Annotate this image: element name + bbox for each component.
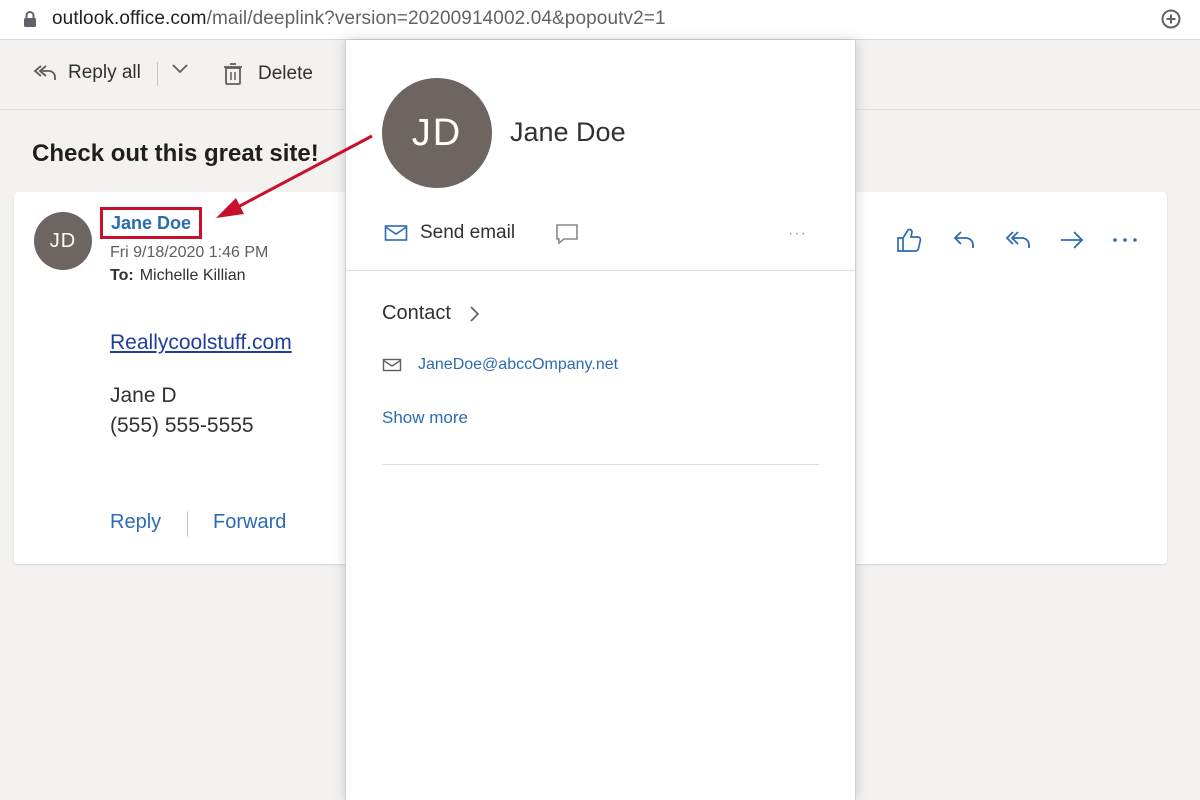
zoom-icon[interactable] <box>1160 8 1182 30</box>
forward-icon <box>1061 231 1084 249</box>
contact-avatar: JD <box>382 78 492 188</box>
popup-divider-bottom <box>382 464 819 465</box>
reply-all-icon <box>1005 231 1030 248</box>
reply-all-button[interactable]: Reply all <box>32 62 141 84</box>
delete-label: Delete <box>258 63 313 84</box>
contact-name: Jane Doe <box>510 117 626 147</box>
signature-phone: (555) 555-5555 <box>110 414 254 437</box>
send-email-label: Send email <box>420 222 516 243</box>
contact-email-row[interactable]: JaneDoe@abccOmpany.net <box>382 356 618 374</box>
like-button[interactable] <box>894 226 924 254</box>
recipient-line: To: Michelle Killian <box>110 267 246 285</box>
show-more-link[interactable]: Show more <box>382 408 468 428</box>
forward-button[interactable]: Forward <box>213 511 286 534</box>
sender-avatar[interactable]: JD <box>34 212 92 270</box>
mail-icon <box>384 225 408 241</box>
contact-section-header[interactable]: Contact <box>382 302 483 325</box>
more-icon <box>1113 238 1137 242</box>
chevron-right-icon <box>470 305 480 322</box>
reply-options-button[interactable] <box>170 62 190 76</box>
signature-name: Jane D <box>110 384 177 407</box>
reply-divider <box>187 511 188 537</box>
address-bar[interactable]: outlook.office.com/mail/deeplink?version… <box>0 0 1200 40</box>
to-label: To: <box>110 267 134 284</box>
sender-name-link[interactable]: Jane Doe <box>100 207 203 239</box>
mail-icon <box>382 358 402 372</box>
chat-icon[interactable] <box>554 222 580 246</box>
contact-more-button[interactable]: ··· <box>788 225 807 243</box>
chevron-down-icon <box>172 64 188 74</box>
message-subject: Check out this great site! <box>32 140 319 167</box>
thumbs-up-icon <box>897 228 922 252</box>
contact-heading-label: Contact <box>382 302 451 324</box>
url-host: outlook.office.com <box>52 8 207 29</box>
url-path: /mail/deeplink?version=20200914002.04&po… <box>206 8 666 29</box>
trash-icon <box>224 63 242 85</box>
send-email-button[interactable]: Send email <box>384 222 515 244</box>
more-actions-button[interactable] <box>1110 226 1140 254</box>
recipient-name[interactable]: Michelle Killian <box>140 267 246 284</box>
forward-icon-button[interactable] <box>1057 226 1087 254</box>
reply-icon <box>953 231 974 248</box>
popup-divider <box>346 270 855 271</box>
reply-icon-button[interactable] <box>949 226 979 254</box>
lock-icon <box>24 11 36 27</box>
delete-button[interactable]: Delete <box>222 62 313 86</box>
toolbar-divider <box>157 62 158 86</box>
reply-all-icon-button[interactable] <box>1003 226 1033 254</box>
body-link[interactable]: Reallycoolstuff.com <box>110 331 292 355</box>
message-datetime: Fri 9/18/2020 1:46 PM <box>110 244 269 261</box>
reply-all-label: Reply all <box>68 62 141 83</box>
reply-all-icon <box>33 65 56 80</box>
reply-button[interactable]: Reply <box>110 511 161 534</box>
url-text[interactable]: outlook.office.com/mail/deeplink?version… <box>52 8 666 30</box>
contact-email[interactable]: JaneDoe@abccOmpany.net <box>418 356 618 374</box>
